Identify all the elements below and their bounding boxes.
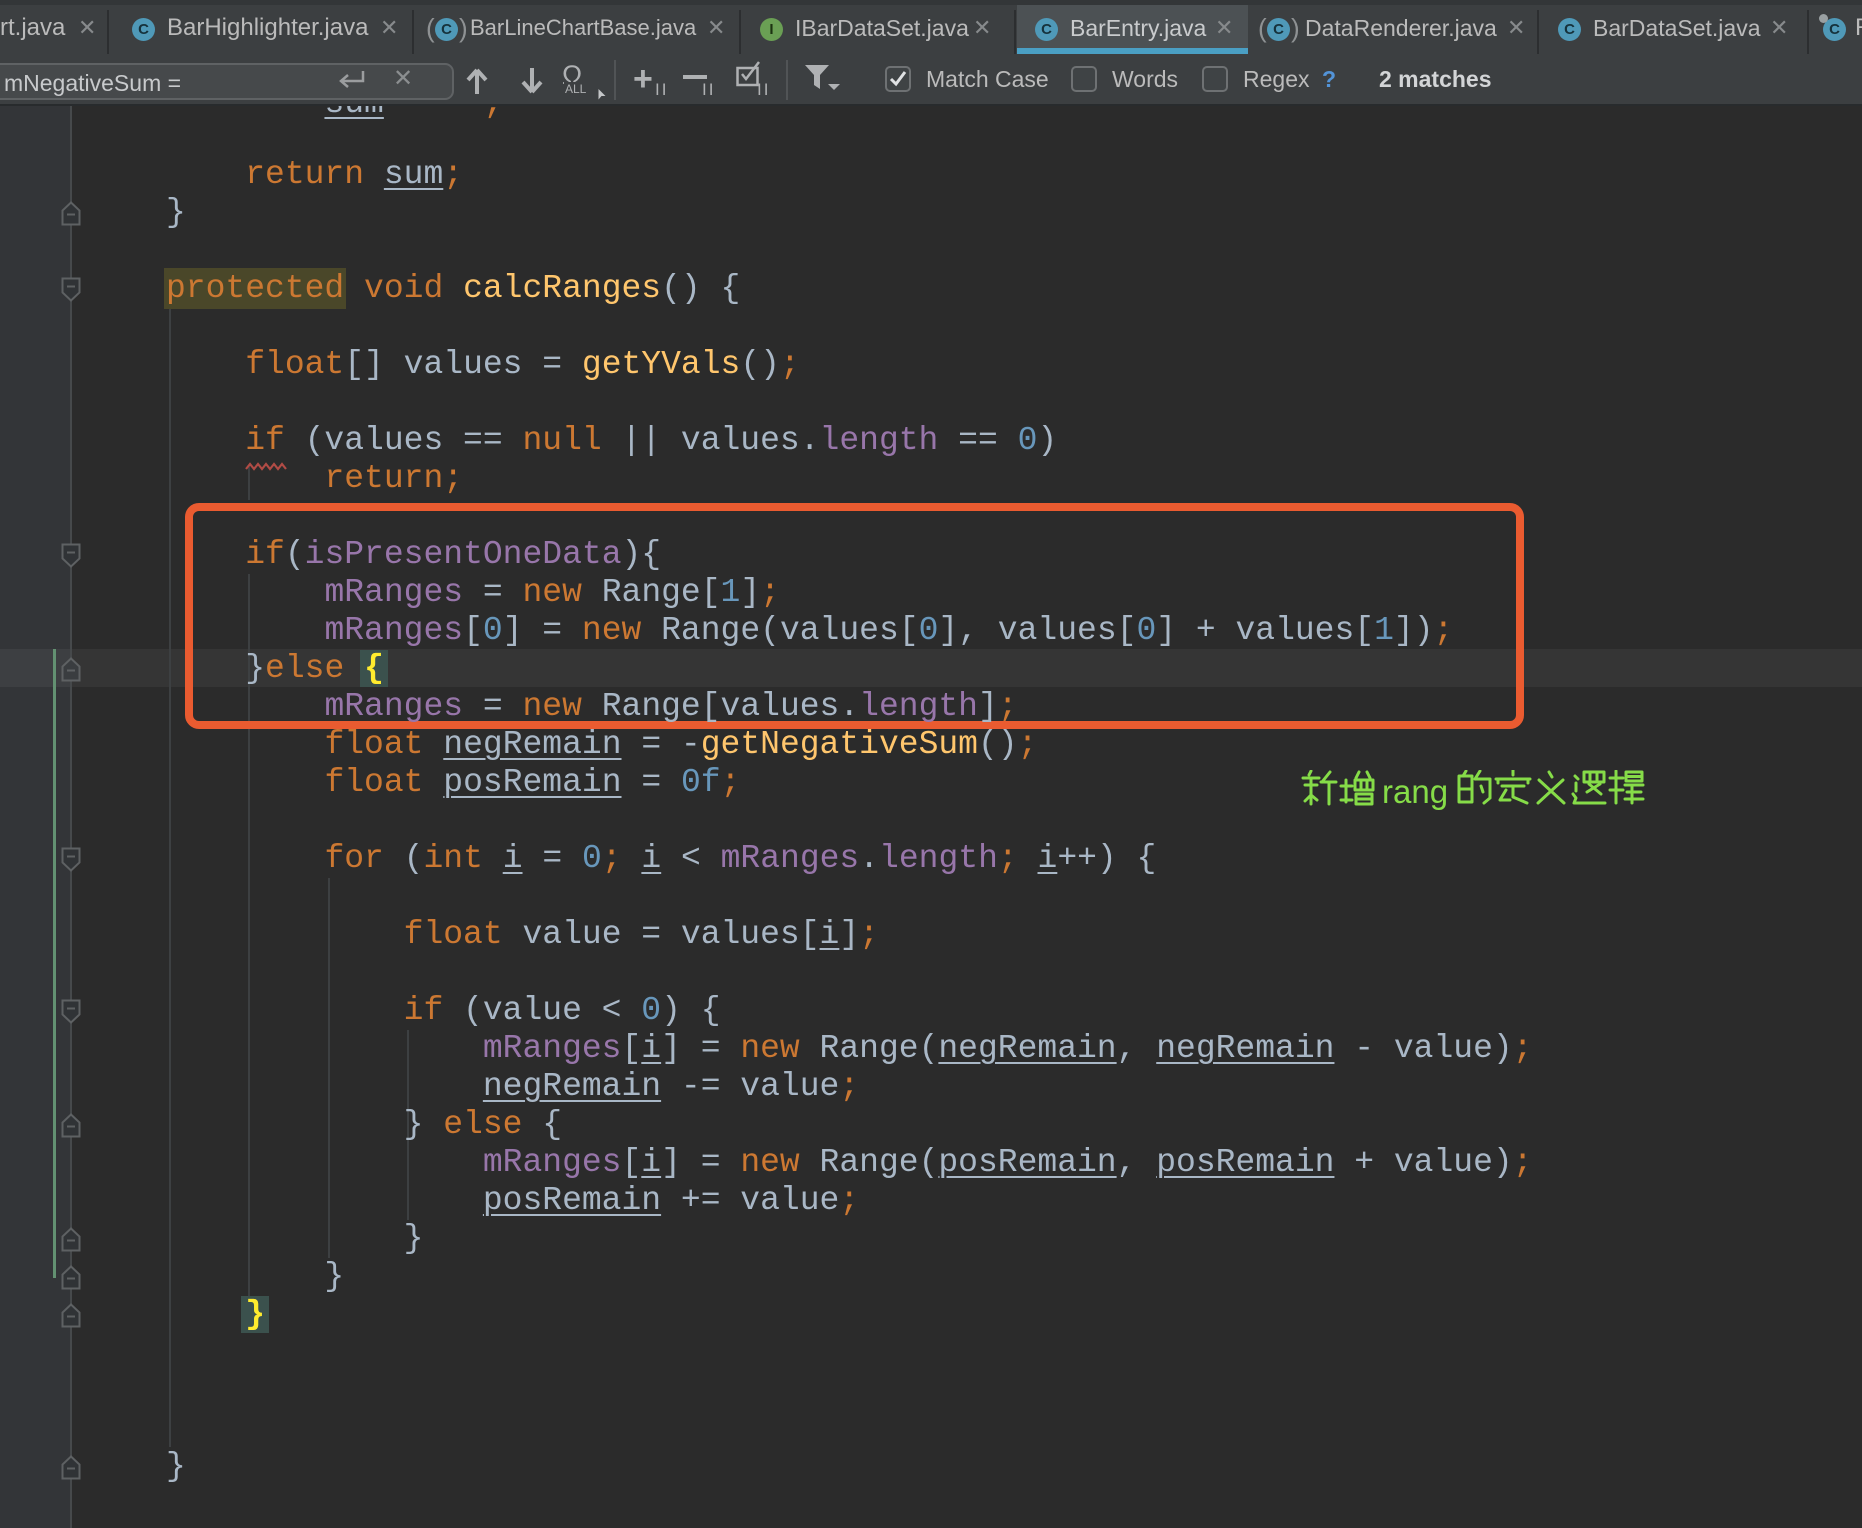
- svg-text:rang: rang: [1382, 773, 1448, 810]
